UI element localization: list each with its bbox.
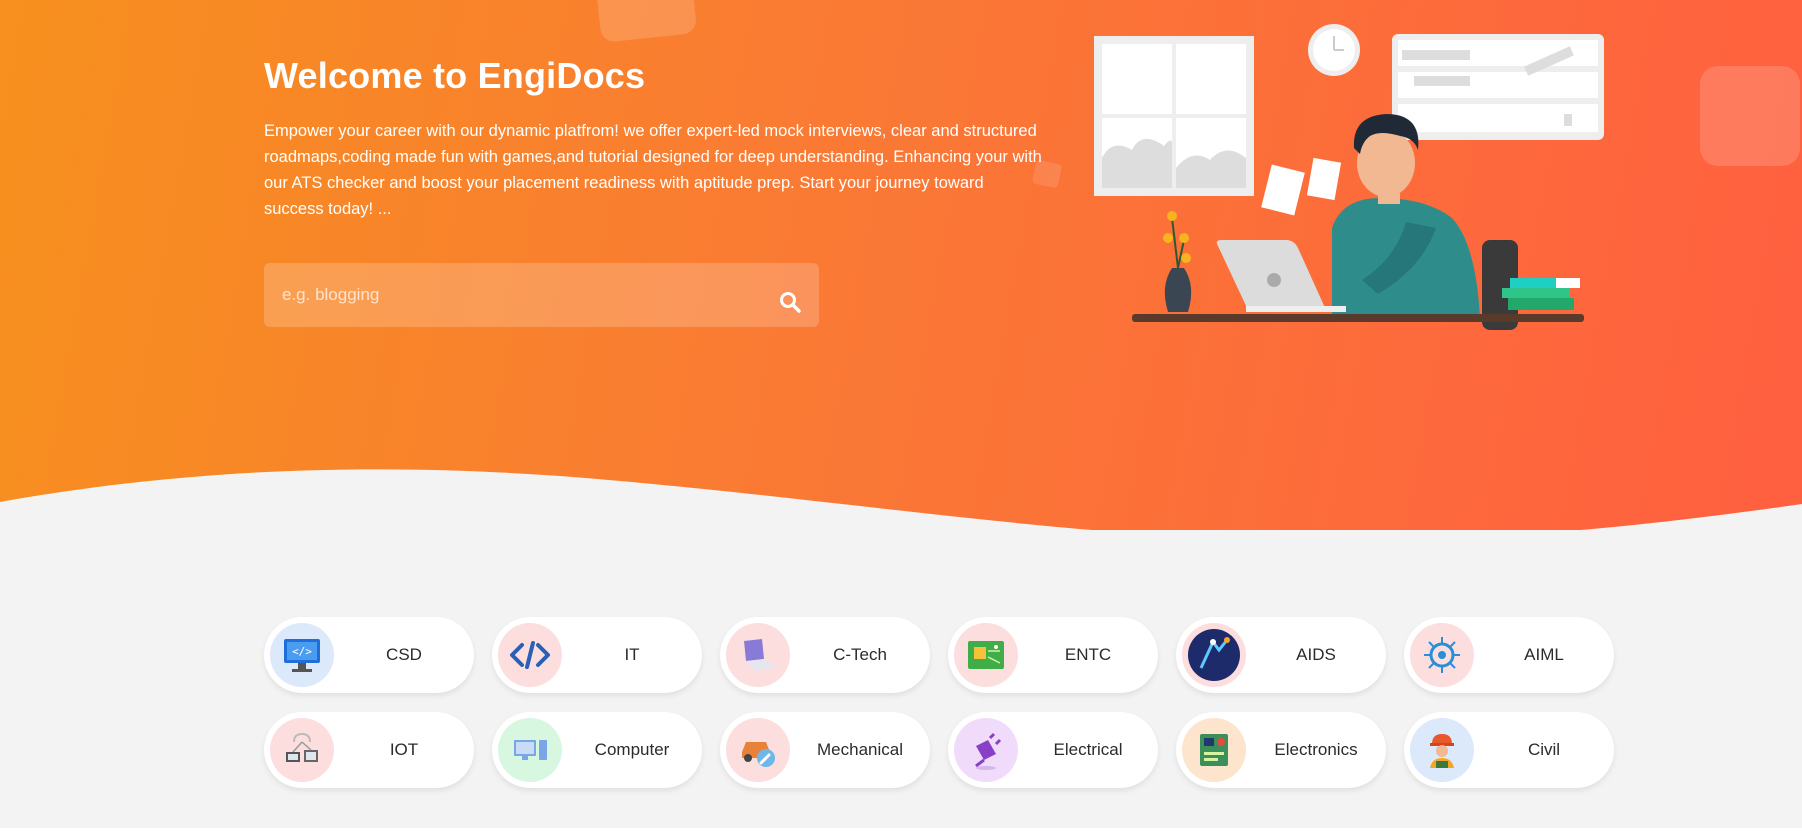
category-label: Computer	[594, 740, 670, 759]
construction-worker-icon	[1410, 718, 1474, 782]
page-title: Welcome to EngiDocs	[264, 55, 646, 96]
electronic-chip-icon	[1182, 718, 1246, 782]
search-button[interactable]	[772, 284, 808, 320]
category-label: Electrical	[1053, 740, 1123, 759]
category-label: Electronics	[1274, 740, 1358, 759]
search-icon	[780, 292, 801, 313]
decorative-square	[1700, 66, 1800, 166]
decorative-square	[594, 0, 698, 43]
category-card-computer[interactable]: Computer	[492, 712, 702, 788]
search-input[interactable]	[264, 263, 754, 327]
category-card-mechanical[interactable]: Mechanical	[720, 712, 930, 788]
hero-illustration	[1094, 24, 1604, 330]
books-illustration	[1502, 278, 1580, 310]
vase-illustration	[1163, 211, 1192, 312]
data-science-icon	[1182, 623, 1246, 687]
desktop-computer-icon	[498, 718, 562, 782]
category-label: C-Tech	[833, 645, 887, 664]
category-label: ENTC	[1064, 645, 1112, 664]
category-card-civil[interactable]: Civil	[1404, 712, 1614, 788]
category-label: AIDS	[1296, 645, 1336, 664]
category-card-electrical[interactable]: Electrical	[948, 712, 1158, 788]
page-footer-strip	[0, 828, 1802, 839]
computer-code-icon: </>	[270, 623, 334, 687]
code-brackets-icon	[498, 623, 562, 687]
category-label: Civil	[1527, 740, 1561, 759]
person-illustration	[1332, 114, 1480, 318]
laptop-icon	[726, 623, 790, 687]
category-card-c-tech[interactable]: C-Tech	[720, 617, 930, 693]
category-row: IOT Computer Mechanical Electrical Elect…	[264, 712, 1614, 788]
hero-text-block: Welcome to EngiDocs Empower your career …	[264, 52, 1044, 222]
category-label: Mechanical	[817, 740, 903, 759]
hero-description: Empower your career with our dynamic pla…	[264, 122, 1042, 218]
category-label: IOT	[389, 740, 419, 759]
category-label: IT	[624, 645, 640, 664]
category-row: </> CSD IT C-Tech ENTC AIDS AIML	[264, 617, 1614, 693]
laptop-illustration	[1216, 240, 1346, 312]
window-illustration	[1094, 36, 1254, 196]
car-wrench-icon	[726, 718, 790, 782]
brain-chip-icon	[1410, 623, 1474, 687]
sticky-notes	[1261, 157, 1342, 216]
category-card-csd[interactable]: </> CSD	[264, 617, 474, 693]
category-label: CSD	[386, 645, 422, 664]
category-card-aiml[interactable]: AIML	[1404, 617, 1614, 693]
circuit-board-icon	[954, 623, 1018, 687]
svg-text:</>: </>	[292, 645, 312, 658]
clock-illustration	[1308, 24, 1360, 76]
connected-devices-icon	[270, 718, 334, 782]
search-bar	[264, 263, 819, 327]
electric-plug-icon	[954, 718, 1018, 782]
category-card-iot[interactable]: IOT	[264, 712, 474, 788]
category-label: AIML	[1524, 645, 1564, 664]
hero-section: Welcome to EngiDocs Empower your career …	[0, 0, 1802, 560]
category-card-entc[interactable]: ENTC	[948, 617, 1158, 693]
category-card-it[interactable]: IT	[492, 617, 702, 693]
category-card-electronics[interactable]: Electronics	[1176, 712, 1386, 788]
category-card-aids[interactable]: AIDS	[1176, 617, 1386, 693]
shelf-illustration	[1392, 34, 1604, 140]
